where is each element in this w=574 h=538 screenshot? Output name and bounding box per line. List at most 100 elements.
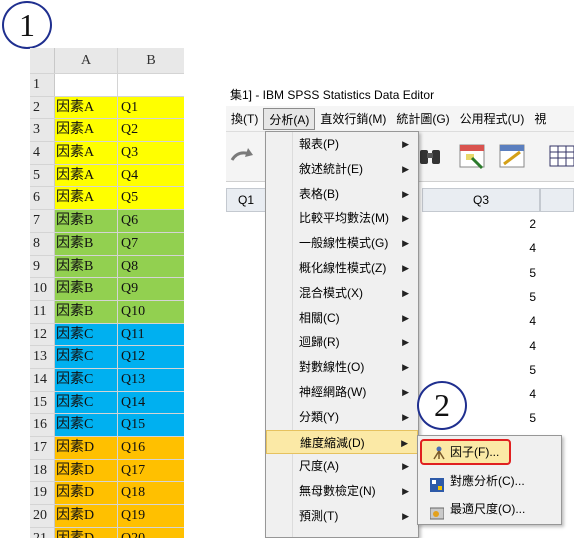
menu-utilities[interactable]: 公用程式(U): [455, 108, 530, 130]
cell-b[interactable]: Q15: [118, 414, 184, 436]
column-header-a[interactable]: A: [55, 48, 118, 73]
menu-direct-marketing[interactable]: 直效行銷(M): [315, 108, 391, 130]
row-number[interactable]: 6: [30, 187, 55, 210]
cell-a[interactable]: 因素D: [55, 437, 118, 459]
cell-a[interactable]: 因素D: [55, 527, 118, 538]
cell-a[interactable]: 因素A: [55, 164, 118, 187]
row-number[interactable]: 13: [30, 346, 55, 368]
cell-a[interactable]: 因素C: [55, 391, 118, 414]
corner-cell[interactable]: [30, 48, 55, 73]
row-number[interactable]: 18: [30, 459, 55, 482]
cell-b[interactable]: Q4: [118, 164, 184, 187]
row-number[interactable]: 5: [30, 164, 55, 187]
factor-menu-item[interactable]: 因子(F)...: [420, 439, 511, 465]
analyze-menu-item[interactable]: 神經網路(W) ▶: [266, 380, 418, 405]
analyze-menu-item[interactable]: 概化線性模式(Z) ▶: [266, 256, 418, 281]
row-number[interactable]: 19: [30, 482, 55, 505]
cell-a[interactable]: 因素C: [55, 414, 118, 436]
cell-b[interactable]: Q14: [118, 391, 184, 414]
cell-b[interactable]: Q20: [118, 527, 184, 538]
menu-graphs[interactable]: 統計圖(G): [391, 108, 454, 130]
cell-a[interactable]: 因素C: [55, 323, 118, 346]
cell-a[interactable]: 因素B: [55, 210, 118, 232]
analyze-menu-item[interactable]: 敘述統計(E) ▶: [266, 157, 418, 182]
insert-cases-icon[interactable]: [458, 142, 486, 170]
cell-b[interactable]: Q5: [118, 187, 184, 210]
q3-cell[interactable]: 4: [422, 236, 540, 260]
row-number[interactable]: 15: [30, 391, 55, 414]
column-header-q3[interactable]: Q3: [422, 188, 540, 212]
q3-cell[interactable]: 5: [422, 261, 540, 285]
analyze-menu-item[interactable]: 比較平均數法(M) ▶: [266, 206, 418, 231]
row-number[interactable]: 7: [30, 210, 55, 232]
cell-a[interactable]: [55, 74, 118, 96]
cell-b[interactable]: Q6: [118, 210, 184, 232]
menu-window[interactable]: 視: [529, 108, 551, 130]
cell-b[interactable]: Q17: [118, 459, 184, 482]
analyze-menu-item[interactable]: 混合模式(X) ▶: [266, 281, 418, 306]
analyze-menu-item[interactable]: 表格(B) ▶: [266, 182, 418, 207]
cell-a[interactable]: 因素A: [55, 187, 118, 210]
column-header-q1[interactable]: Q1: [226, 188, 266, 212]
analyze-menu-item[interactable]: 維度縮減(D) ▶: [266, 429, 418, 455]
column-header-next[interactable]: [540, 188, 574, 212]
optimal-scaling-menu-item[interactable]: 最適尺度(O)...: [418, 495, 561, 523]
cell-a[interactable]: 因素D: [55, 505, 118, 527]
q3-cell[interactable]: 5: [422, 358, 540, 382]
cell-a[interactable]: 因素B: [55, 278, 118, 300]
q3-cell[interactable]: 4: [422, 334, 540, 358]
cell-b[interactable]: Q12: [118, 346, 184, 368]
cell-a[interactable]: 因素D: [55, 482, 118, 505]
cell-a[interactable]: 因素D: [55, 459, 118, 482]
binoculars-icon[interactable]: [416, 142, 444, 170]
cell-b[interactable]: [118, 74, 184, 96]
cell-a[interactable]: 因素C: [55, 346, 118, 368]
cell-a[interactable]: 因素B: [55, 255, 118, 278]
column-header-b[interactable]: B: [118, 48, 184, 73]
cell-b[interactable]: Q7: [118, 232, 184, 255]
row-number[interactable]: 2: [30, 96, 55, 119]
analyze-menu-item[interactable]: 對數線性(O) ▶: [266, 355, 418, 380]
row-number[interactable]: 11: [30, 300, 55, 323]
cell-a[interactable]: 因素A: [55, 96, 118, 119]
cell-b[interactable]: Q9: [118, 278, 184, 300]
cell-b[interactable]: Q10: [118, 300, 184, 323]
analyze-menu-item[interactable]: 一般線性模式(G) ▶: [266, 231, 418, 256]
cell-a[interactable]: 因素C: [55, 368, 118, 391]
cell-b[interactable]: Q19: [118, 505, 184, 527]
grid-icon[interactable]: [548, 142, 574, 170]
row-number[interactable]: 9: [30, 255, 55, 278]
cell-b[interactable]: Q18: [118, 482, 184, 505]
analyze-menu-item[interactable]: 相關(C) ▶: [266, 306, 418, 331]
menu-transform[interactable]: 換(T): [226, 108, 263, 130]
redo-icon[interactable]: [228, 142, 256, 170]
cell-b[interactable]: Q16: [118, 437, 184, 459]
cell-b[interactable]: Q13: [118, 368, 184, 391]
row-number[interactable]: 4: [30, 142, 55, 164]
cell-a[interactable]: 因素A: [55, 142, 118, 164]
cell-b[interactable]: Q2: [118, 119, 184, 142]
row-number[interactable]: 8: [30, 232, 55, 255]
analyze-menu-item[interactable]: 報表(P) ▶: [266, 132, 418, 157]
cell-a[interactable]: 因素B: [55, 300, 118, 323]
analyze-menu-item[interactable]: 迴歸(R) ▶: [266, 330, 418, 355]
cell-b[interactable]: Q3: [118, 142, 184, 164]
q3-cell[interactable]: 5: [422, 285, 540, 309]
row-number[interactable]: 10: [30, 278, 55, 300]
cell-a[interactable]: 因素A: [55, 119, 118, 142]
q3-cell[interactable]: 2: [422, 212, 540, 236]
row-number[interactable]: 21: [30, 527, 55, 538]
row-number[interactable]: 14: [30, 368, 55, 391]
row-number[interactable]: 17: [30, 437, 55, 459]
correspondence-menu-item[interactable]: 對應分析(C)...: [418, 467, 561, 495]
insert-variable-icon[interactable]: [498, 142, 526, 170]
analyze-menu-item[interactable]: 尺度(A) ▶: [266, 454, 418, 479]
cell-b[interactable]: Q11: [118, 323, 184, 346]
analyze-menu-item[interactable]: 分類(Y) ▶: [266, 405, 418, 430]
analyze-menu-item[interactable]: 預測(T) ▶: [266, 504, 418, 529]
row-number[interactable]: 3: [30, 119, 55, 142]
row-number[interactable]: 1: [30, 74, 55, 96]
row-number[interactable]: 12: [30, 323, 55, 346]
row-number[interactable]: 20: [30, 505, 55, 527]
cell-a[interactable]: 因素B: [55, 232, 118, 255]
